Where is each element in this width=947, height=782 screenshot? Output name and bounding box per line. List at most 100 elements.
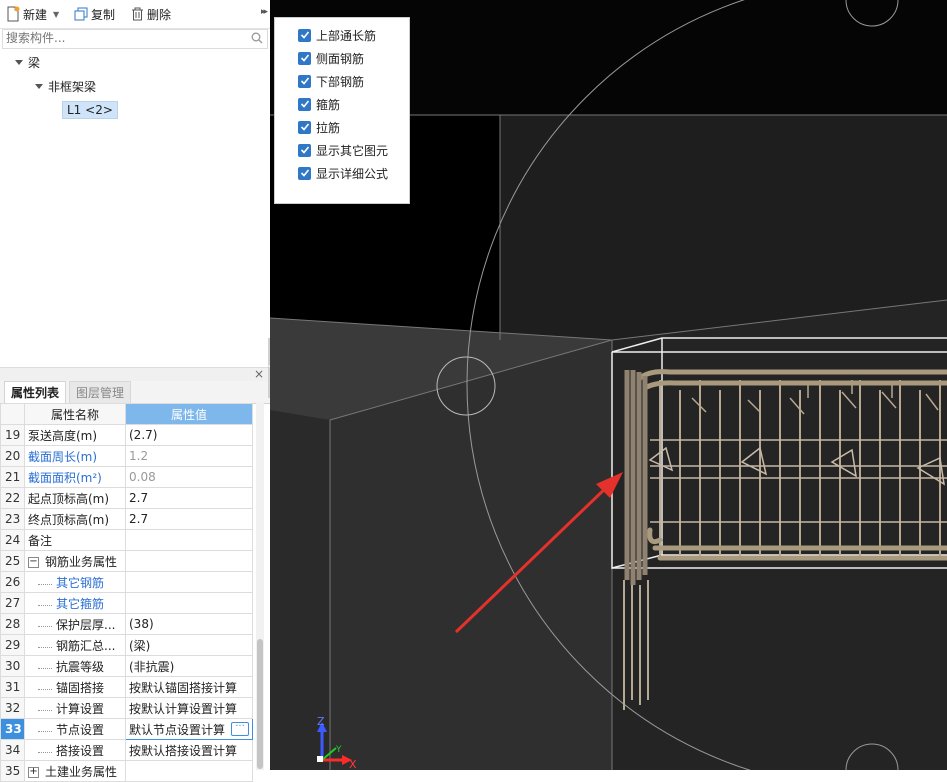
- table-row[interactable]: 20 截面周长(m) 1.2: [0, 445, 253, 467]
- tab-property-list[interactable]: 属性列表: [4, 381, 67, 404]
- tree-node-nonframe-beam[interactable]: 非框架梁: [35, 76, 96, 96]
- row-name-text: 搭接设置: [28, 742, 125, 759]
- row-number: 32: [0, 697, 25, 719]
- search-icon[interactable]: [251, 32, 263, 44]
- checkbox-checked-icon[interactable]: [298, 51, 311, 65]
- option-stirrup[interactable]: 箍筋: [298, 94, 340, 114]
- left-panel: 新建 ▼ 复制 删除 ▸▸ 梁: [0, 0, 270, 782]
- copy-label: 复制: [91, 7, 116, 22]
- table-row-selected[interactable]: 33 节点设置 默认节点设置计算 ···: [0, 718, 253, 740]
- delete-button[interactable]: 删除: [131, 4, 171, 24]
- row-name: 泵送高度(m): [24, 424, 126, 446]
- checkbox-checked-icon[interactable]: [298, 28, 311, 42]
- row-value[interactable]: 按默认计算设置计算: [125, 697, 253, 719]
- tree-node-beam[interactable]: 梁: [15, 52, 40, 72]
- row-value-editing[interactable]: 默认节点设置计算 ···: [125, 718, 253, 740]
- table-row[interactable]: 22 起点顶标高(m) 2.7: [0, 487, 253, 509]
- header-value[interactable]: 属性值: [125, 403, 253, 425]
- row-value[interactable]: 2.7: [125, 508, 253, 530]
- row-value[interactable]: [125, 571, 253, 593]
- option-label: 显示详细公式: [316, 166, 389, 181]
- checkbox-checked-icon[interactable]: [298, 166, 311, 180]
- row-value[interactable]: 按默认锚固搭接计算: [125, 676, 253, 698]
- option-show-other-elements[interactable]: 显示其它图元: [298, 140, 388, 160]
- tree-node-l1[interactable]: L1 <2>: [62, 100, 118, 120]
- row-name: 搭接设置: [24, 739, 126, 761]
- row-name-text: 其它钢筋: [28, 574, 125, 591]
- row-value[interactable]: 2.7: [125, 487, 253, 509]
- tab-layer-management[interactable]: 图层管理: [69, 381, 132, 405]
- row-value[interactable]: 按默认搭接设置计算: [125, 739, 253, 761]
- row-value-text[interactable]: 默认节点设置计算: [129, 723, 225, 737]
- row-name: 其它钢筋: [24, 571, 126, 593]
- row-name-group: + 土建业务属性: [24, 760, 126, 782]
- table-row[interactable]: 30 抗震等级 (非抗震): [0, 655, 253, 677]
- expand-triangle-icon[interactable]: [15, 59, 23, 65]
- header-num: [0, 403, 25, 425]
- row-number: 20: [0, 445, 25, 467]
- expand-icon[interactable]: +: [28, 766, 39, 778]
- checkbox-checked-icon[interactable]: [298, 143, 311, 157]
- option-label: 下部钢筋: [316, 74, 365, 89]
- row-value[interactable]: (2.7): [125, 424, 253, 446]
- panel-header: ×: [0, 367, 270, 382]
- row-name: 终点顶标高(m): [24, 508, 126, 530]
- row-name: 锚固搭接: [24, 676, 126, 698]
- search-input[interactable]: [3, 30, 239, 46]
- row-name-text: 保护层厚...: [28, 616, 125, 633]
- more-options-button[interactable]: ···: [231, 722, 249, 736]
- option-show-detailed-formula[interactable]: 显示详细公式: [298, 163, 388, 183]
- delete-label: 删除: [147, 7, 172, 22]
- table-row[interactable]: 21 截面面积(m²) 0.08: [0, 466, 253, 488]
- row-value: 0.08: [125, 466, 253, 488]
- tree-node-label: 梁: [28, 55, 41, 70]
- option-top-rebar[interactable]: 上部通长筋: [298, 25, 376, 45]
- row-number: 35: [0, 760, 25, 782]
- table-row[interactable]: 27 其它箍筋: [0, 592, 253, 614]
- table-row[interactable]: 32 计算设置 按默认计算设置计算: [0, 697, 253, 719]
- search-box: [2, 29, 268, 49]
- copy-button[interactable]: 复制: [74, 4, 115, 24]
- checkbox-checked-icon[interactable]: [298, 97, 311, 111]
- vertical-scrollbar[interactable]: [256, 403, 264, 770]
- table-row[interactable]: 31 锚固搭接 按默认锚固搭接计算: [0, 676, 253, 698]
- scrollbar-thumb[interactable]: [257, 639, 263, 769]
- row-name-text: 钢筋汇总...: [28, 637, 125, 654]
- table-row[interactable]: 34 搭接设置 按默认搭接设置计算: [0, 739, 253, 761]
- table-row[interactable]: 28 保护层厚... (38): [0, 613, 253, 635]
- option-tie-bar[interactable]: 拉筋: [298, 117, 340, 137]
- table-row-group[interactable]: 25 − 钢筋业务属性: [0, 550, 253, 572]
- table-row-group[interactable]: 35 + 土建业务属性: [0, 760, 253, 782]
- table-row[interactable]: 29 钢筋汇总... (梁): [0, 634, 253, 656]
- row-value[interactable]: [125, 529, 253, 551]
- row-value[interactable]: (38): [125, 613, 253, 635]
- checkbox-checked-icon[interactable]: [298, 120, 311, 134]
- new-button[interactable]: 新建 ▼: [6, 4, 59, 24]
- row-number: 24: [0, 529, 25, 551]
- row-name: 钢筋汇总...: [24, 634, 126, 656]
- table-row[interactable]: 23 终点顶标高(m) 2.7: [0, 508, 253, 530]
- table-row[interactable]: 26 其它钢筋: [0, 571, 253, 593]
- row-name: 截面面积(m²): [24, 466, 126, 488]
- toolbar-more-button[interactable]: ▸▸: [261, 7, 268, 17]
- option-side-rebar[interactable]: 侧面钢筋: [298, 48, 364, 68]
- axis-label-z: Z: [317, 715, 325, 728]
- header-name[interactable]: 属性名称: [24, 403, 126, 425]
- row-value[interactable]: (梁): [125, 634, 253, 656]
- row-number: 19: [0, 424, 25, 446]
- expand-triangle-icon[interactable]: [35, 83, 43, 89]
- row-number: 31: [0, 676, 25, 698]
- checkbox-checked-icon[interactable]: [298, 74, 311, 88]
- option-label: 上部通长筋: [316, 28, 377, 43]
- option-bottom-rebar[interactable]: 下部钢筋: [298, 71, 364, 91]
- new-dropdown-icon[interactable]: ▼: [53, 10, 59, 19]
- row-name: 其它箍筋: [24, 592, 126, 614]
- close-icon[interactable]: ×: [254, 367, 264, 381]
- group-label: 土建业务属性: [45, 764, 118, 779]
- table-row[interactable]: 24 备注: [0, 529, 253, 551]
- row-value[interactable]: [125, 592, 253, 614]
- option-label: 侧面钢筋: [316, 51, 365, 66]
- table-row[interactable]: 19 泵送高度(m) (2.7): [0, 424, 253, 446]
- row-value[interactable]: (非抗震): [125, 655, 253, 677]
- collapse-icon[interactable]: −: [28, 556, 39, 568]
